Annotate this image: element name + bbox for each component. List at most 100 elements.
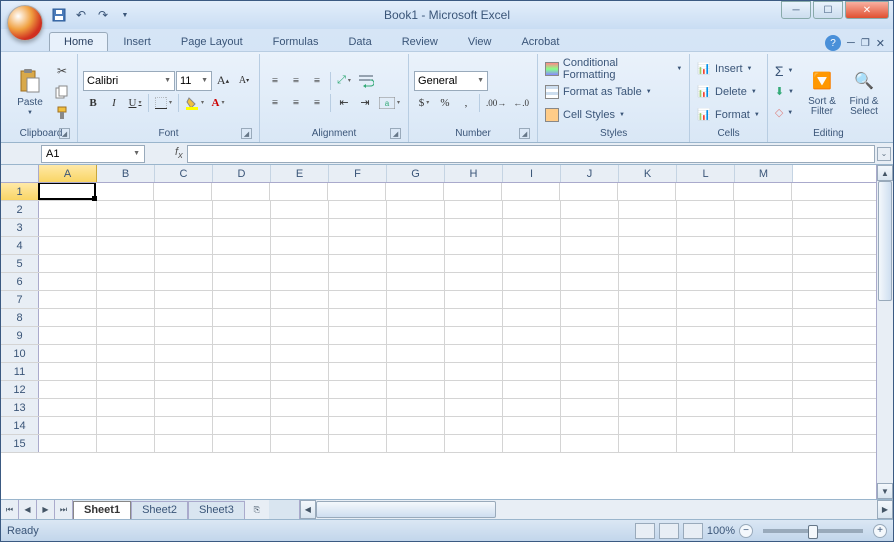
cell[interactable] — [561, 417, 619, 434]
fill-button[interactable]: ⬇▼ — [773, 82, 796, 102]
column-header[interactable]: L — [677, 165, 735, 182]
cell[interactable] — [735, 255, 793, 272]
cell[interactable] — [619, 363, 677, 380]
cell[interactable] — [735, 291, 793, 308]
cell[interactable] — [503, 291, 561, 308]
align-center-icon[interactable]: ≡ — [286, 93, 306, 113]
cell[interactable] — [387, 399, 445, 416]
cell[interactable] — [445, 435, 503, 452]
cell[interactable] — [39, 399, 97, 416]
italic-button[interactable]: I — [104, 93, 124, 113]
cell[interactable] — [97, 435, 155, 452]
cell[interactable] — [328, 183, 386, 200]
row-header[interactable]: 5 — [1, 255, 39, 272]
mdi-restore-icon[interactable]: ❐ — [861, 38, 870, 49]
cell[interactable] — [445, 255, 503, 272]
cell[interactable] — [38, 183, 96, 200]
cell[interactable] — [387, 255, 445, 272]
cell[interactable] — [445, 237, 503, 254]
cell[interactable] — [97, 219, 155, 236]
cell[interactable] — [97, 201, 155, 218]
office-button[interactable] — [7, 5, 43, 41]
cell[interactable] — [271, 363, 329, 380]
cell[interactable] — [39, 219, 97, 236]
cell[interactable] — [387, 291, 445, 308]
column-header[interactable]: D — [213, 165, 271, 182]
qat-dropdown-icon[interactable]: ▼ — [115, 5, 135, 25]
cell[interactable] — [677, 381, 735, 398]
cell[interactable] — [619, 381, 677, 398]
align-bottom-icon[interactable]: ≡ — [307, 71, 327, 91]
format-painter-icon[interactable] — [52, 103, 72, 123]
cell[interactable] — [213, 201, 271, 218]
merge-center-icon[interactable]: a — [376, 93, 403, 113]
cell[interactable] — [677, 435, 735, 452]
zoom-level[interactable]: 100% — [707, 525, 735, 537]
zoom-in-icon[interactable]: + — [873, 524, 887, 538]
cell[interactable] — [618, 183, 676, 200]
cell[interactable] — [503, 273, 561, 290]
cell[interactable] — [677, 309, 735, 326]
cell[interactable] — [735, 381, 793, 398]
delete-cells-button[interactable]: 📊Delete▼ — [695, 82, 762, 102]
cell[interactable] — [503, 255, 561, 272]
cell[interactable] — [387, 219, 445, 236]
row-header[interactable]: 13 — [1, 399, 39, 416]
cell[interactable] — [387, 309, 445, 326]
cell[interactable] — [97, 309, 155, 326]
cell[interactable] — [155, 219, 213, 236]
normal-view-icon[interactable] — [635, 523, 655, 539]
cell[interactable] — [734, 183, 792, 200]
cell[interactable] — [619, 237, 677, 254]
cell[interactable] — [39, 345, 97, 362]
cell[interactable] — [213, 255, 271, 272]
find-select-button[interactable]: 🔍 Find & Select — [844, 56, 884, 127]
cell[interactable] — [561, 255, 619, 272]
cell[interactable] — [97, 417, 155, 434]
percent-icon[interactable]: % — [435, 93, 455, 113]
save-icon[interactable] — [49, 5, 69, 25]
insert-cells-button[interactable]: 📊Insert▼ — [695, 59, 762, 79]
scroll-left-icon[interactable]: ◀ — [300, 500, 316, 519]
conditional-formatting-button[interactable]: Conditional Formatting▼ — [543, 59, 684, 79]
bold-button[interactable]: B — [83, 93, 103, 113]
cell[interactable] — [271, 201, 329, 218]
alignment-dialog-icon[interactable]: ◢ — [390, 128, 401, 139]
cell[interactable] — [39, 201, 97, 218]
cell[interactable] — [445, 309, 503, 326]
cell[interactable] — [213, 399, 271, 416]
cell[interactable] — [561, 219, 619, 236]
cell[interactable] — [271, 219, 329, 236]
cell[interactable] — [39, 255, 97, 272]
cell[interactable] — [677, 291, 735, 308]
cell[interactable] — [445, 219, 503, 236]
cell[interactable] — [735, 345, 793, 362]
cell[interactable] — [619, 399, 677, 416]
cell[interactable] — [155, 435, 213, 452]
redo-icon[interactable]: ↷ — [93, 5, 113, 25]
zoom-out-icon[interactable]: − — [739, 524, 753, 538]
tab-page-layout[interactable]: Page Layout — [166, 32, 258, 51]
cell[interactable] — [619, 417, 677, 434]
cell[interactable] — [503, 417, 561, 434]
cell[interactable] — [271, 435, 329, 452]
row-header[interactable]: 1 — [1, 183, 39, 200]
cell[interactable] — [329, 255, 387, 272]
paste-button[interactable]: Paste ▼ — [10, 56, 50, 127]
cell[interactable] — [561, 309, 619, 326]
expand-formula-bar-icon[interactable]: ⌄ — [877, 147, 891, 161]
cell[interactable] — [677, 417, 735, 434]
shrink-font-icon[interactable]: A▾ — [234, 71, 254, 91]
scroll-right-icon[interactable]: ▶ — [877, 500, 893, 519]
page-break-view-icon[interactable] — [683, 523, 703, 539]
underline-button[interactable]: U — [125, 93, 145, 113]
cell[interactable] — [677, 201, 735, 218]
cell[interactable] — [387, 435, 445, 452]
border-icon[interactable] — [152, 93, 175, 113]
font-name-combo[interactable]: Calibri▼ — [83, 71, 175, 91]
cell[interactable] — [735, 399, 793, 416]
row-header[interactable]: 4 — [1, 237, 39, 254]
cell[interactable] — [270, 183, 328, 200]
cell[interactable] — [445, 363, 503, 380]
cell[interactable] — [561, 327, 619, 344]
